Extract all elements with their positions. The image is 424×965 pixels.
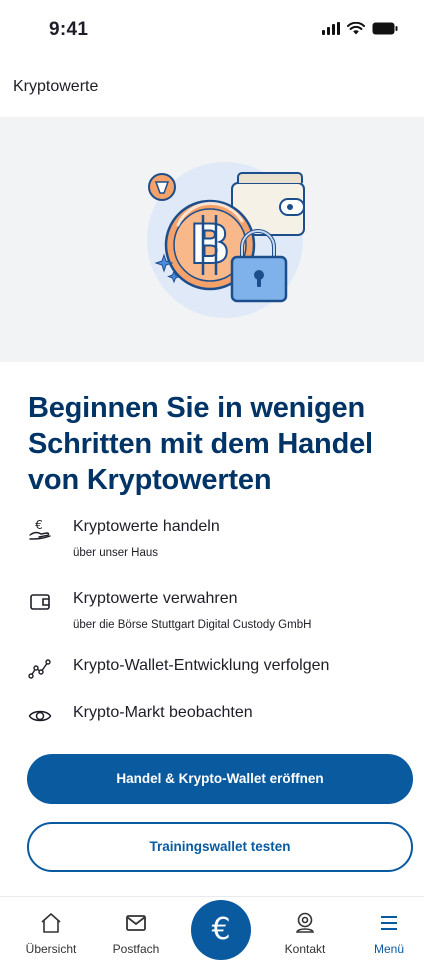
nav-item-overview[interactable]: Übersicht: [11, 897, 91, 965]
app-screen: 9:41 Kryptowerte B Beginnen Sie in wenig…: [0, 0, 424, 965]
cellular-signal-icon: [322, 22, 340, 35]
feature-subtitle: über die Börse Stuttgart Digital Custody…: [73, 619, 312, 631]
menu-icon: [381, 916, 397, 930]
feature-title: Kryptowerte handeln: [73, 518, 220, 535]
nav-label: Kontakt: [284, 942, 326, 956]
nav-item-menu[interactable]: Menü: [349, 897, 424, 965]
app-header: Kryptowerte: [0, 62, 424, 117]
wifi-icon: [347, 22, 365, 35]
nav-item-mailbox[interactable]: Postfach: [96, 897, 176, 965]
svg-text:€: €: [35, 518, 43, 532]
status-bar: 9:41: [0, 0, 424, 62]
nav-item-contact[interactable]: Kontakt: [265, 897, 345, 965]
nav-label: Menü: [373, 942, 405, 956]
svg-text:B: B: [189, 213, 230, 276]
hand-euro-icon: €: [29, 518, 51, 540]
status-icons: [322, 22, 398, 35]
bitcoin-wallet-lock-illustration: B: [147, 162, 305, 318]
hero-banner: B: [0, 117, 424, 362]
nav-label: Postfach: [112, 942, 160, 956]
eye-icon: [28, 710, 52, 722]
euro-action-button[interactable]: €: [191, 900, 251, 960]
test-training-wallet-button[interactable]: Trainingswallet testen: [27, 822, 413, 872]
chart-line-icon: [28, 659, 51, 679]
nav-label: Übersicht: [25, 942, 77, 956]
feature-title: Krypto-Markt beobachten: [73, 704, 253, 721]
feature-title: Kryptowerte verwahren: [73, 590, 238, 607]
open-trading-wallet-button[interactable]: Handel & Krypto-Wallet eröffnen: [27, 754, 413, 804]
headline: Beginnen Sie in wenigen Schritten mit de…: [28, 392, 373, 496]
contact-icon: [295, 912, 315, 933]
status-time: 9:41: [49, 19, 89, 40]
wallet-icon: [30, 594, 50, 610]
feature-title: Krypto-Wallet-Entwicklung verfolgen: [73, 657, 330, 674]
feature-subtitle: über unser Haus: [73, 547, 159, 559]
home-icon: [41, 913, 61, 933]
battery-icon: [372, 22, 398, 35]
page-title: Kryptowerte: [13, 78, 99, 95]
mail-icon: [126, 915, 146, 931]
